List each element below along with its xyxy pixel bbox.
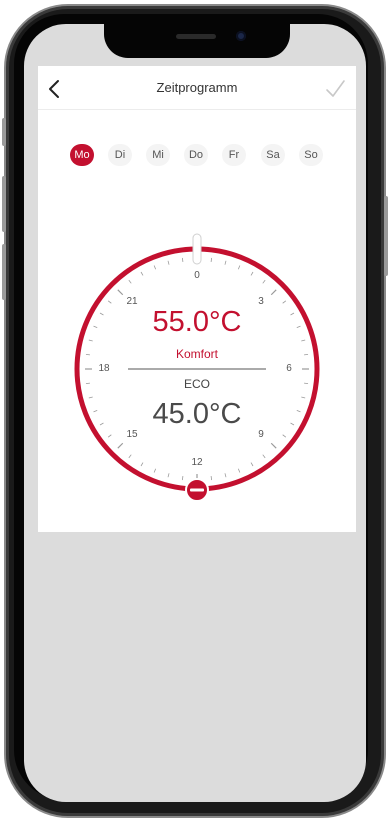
dial-tick (296, 325, 301, 329)
dial-tick (210, 257, 213, 262)
dial-tick (167, 473, 170, 478)
schedule-screen: Zeitprogramm Mo Di Mi Do Fr Sa So 0 3 6 … (38, 66, 356, 532)
dial-tick (107, 434, 112, 438)
volume-up-button (2, 176, 6, 232)
power-button (384, 196, 388, 276)
dial-tick (99, 312, 104, 316)
dial-tick (282, 434, 287, 438)
dial-tick (237, 468, 241, 473)
hour-label-18: 18 (98, 363, 110, 374)
dial-tick (224, 260, 227, 265)
dial-tick (224, 473, 227, 478)
dial-tick (140, 271, 144, 276)
minus-glyph (190, 488, 204, 492)
dial-tick (296, 409, 301, 413)
dial-tick (301, 339, 306, 342)
front-camera (236, 31, 246, 41)
slider-handle-icon (192, 233, 202, 265)
dial-tick (250, 462, 254, 467)
hour-label-6: 6 (286, 363, 292, 374)
dial-tick (140, 462, 144, 467)
dial-tick (210, 476, 213, 481)
dial-tick (167, 260, 170, 265)
dial-tick (290, 422, 295, 426)
dial-tick (262, 279, 266, 284)
notch (104, 20, 290, 58)
dial-tick (88, 396, 93, 399)
dial-tick (250, 271, 254, 276)
hour-label-12: 12 (191, 457, 203, 468)
comfort-temperature[interactable]: 55.0°C (117, 306, 277, 339)
dial-tick (93, 325, 98, 329)
start-handle[interactable] (192, 233, 202, 265)
dial-tick (88, 339, 93, 342)
dial-tick (107, 300, 112, 304)
dial-tick (237, 265, 241, 270)
dial-tick (290, 312, 295, 316)
dial-tick (304, 382, 309, 385)
eco-temperature[interactable]: 45.0°C (117, 398, 277, 431)
dial-tick (262, 454, 266, 459)
dial-tick (153, 468, 157, 473)
comfort-mode-label: Komfort (175, 347, 218, 361)
dial-tick (270, 289, 277, 296)
volume-down-button (2, 244, 6, 300)
dial-tick (282, 300, 287, 304)
dial-tick (99, 422, 104, 426)
speaker-grille (176, 34, 216, 39)
dial-tick (153, 265, 157, 270)
dial-tick (85, 353, 90, 356)
dial-tick (181, 257, 184, 262)
dial-tick (304, 353, 309, 356)
hour-label-0: 0 (194, 270, 200, 281)
dial-tick (117, 289, 124, 296)
dial-tick (117, 442, 124, 449)
eco-mode-label: ECO (183, 377, 210, 391)
dial-tick (93, 409, 98, 413)
end-handle[interactable] (185, 478, 209, 502)
dial-tick (270, 442, 277, 449)
dial-tick (181, 476, 184, 481)
dial-tick (85, 382, 90, 385)
dial-tick (128, 279, 132, 284)
mute-switch (2, 118, 6, 146)
dial-tick (128, 454, 132, 459)
dial-tick (301, 396, 306, 399)
